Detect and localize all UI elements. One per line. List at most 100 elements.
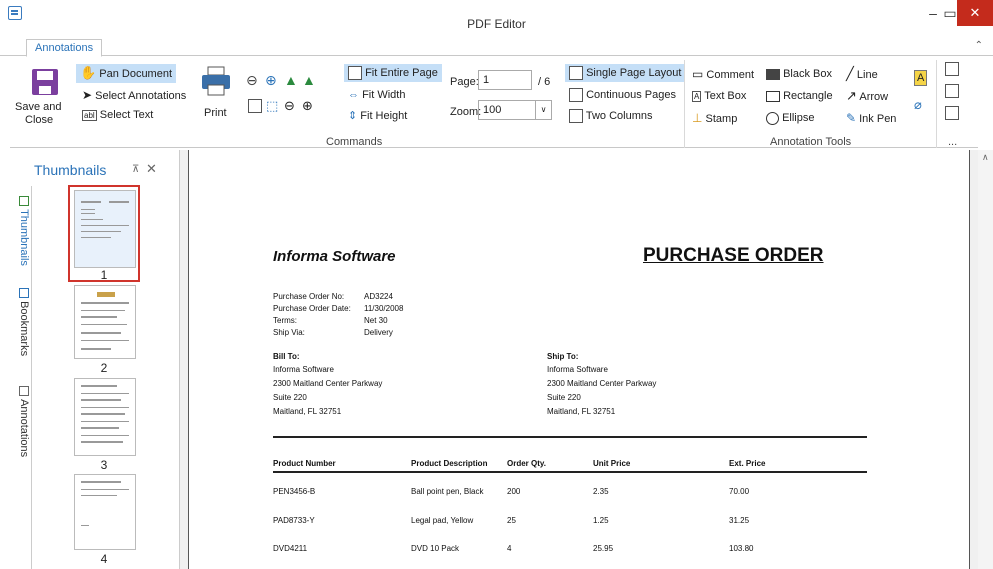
zoom-out-icon[interactable]: ⊖ [284, 99, 295, 113]
save-close-label-2: Close [25, 114, 54, 126]
pin-icon[interactable]: ⊼ [132, 164, 139, 175]
table-cell: PAD8733-Y [273, 516, 315, 525]
bill-to-line: 2300 Maitland Center Parkway [273, 379, 383, 388]
tab-bookmarks[interactable]: Bookmarks [12, 288, 30, 356]
rectangle-button[interactable]: Rectangle [766, 89, 833, 103]
rectangle-label: Rectangle [783, 90, 833, 102]
column-header: Product Description [411, 459, 488, 468]
zoom-in-icon[interactable]: ⊕ [302, 99, 313, 113]
continuous-pages-icon [569, 88, 583, 103]
save-icon [32, 69, 58, 95]
tab-annotations-panel[interactable]: Annotations [12, 386, 30, 457]
collapse-ribbon-icon[interactable]: ⌃ [975, 40, 983, 51]
page-thumbnail[interactable] [74, 474, 136, 550]
thumbnails-icon [19, 196, 29, 206]
thumbnail-text-line [81, 495, 117, 496]
side-tabs: Thumbnails Bookmarks Annotations [10, 186, 32, 569]
highlight-text-icon[interactable]: A [914, 70, 928, 86]
thumbnail-text-line [81, 399, 121, 401]
ink-pen-button[interactable]: ✎ Ink Pen [846, 111, 896, 126]
thumbnail-view-icon[interactable] [248, 99, 262, 114]
previous-page-icon[interactable]: ⊖ [246, 73, 258, 87]
single-page-layout-button[interactable]: Single Page Layout [565, 64, 686, 83]
thumbnail-text-line [81, 324, 127, 325]
export-icon[interactable] [945, 106, 959, 121]
line-button[interactable]: ╱ Line [846, 67, 878, 82]
text-box-button[interactable]: A Text Box [692, 89, 746, 104]
two-columns-button[interactable]: Two Columns [569, 109, 653, 124]
thumbnail-text-line [97, 292, 115, 297]
attachment-icon[interactable]: ⌀ [914, 98, 922, 112]
thumbnail-text-line [81, 407, 129, 408]
black-box-button[interactable]: Black Box [766, 67, 832, 81]
table-cell: PEN3456-B [273, 487, 316, 496]
fit-height-button[interactable]: ⇕ Fit Height [348, 109, 407, 123]
tab-bookmarks-label: Bookmarks [18, 301, 30, 357]
ship-to-line: Informa Software [547, 365, 608, 374]
scroll-up-icon[interactable]: ∧ [982, 152, 989, 163]
stamp-button[interactable]: ⊥ Stamp [692, 111, 737, 126]
print-button[interactable]: Print [198, 64, 238, 124]
pan-document-button[interactable]: ✋ Pan Document [76, 64, 177, 83]
comment-button[interactable]: ▭ Comment [692, 67, 754, 82]
fit-entire-page-button[interactable]: Fit Entire Page [344, 64, 442, 83]
company-name: Informa Software [273, 248, 396, 265]
next-page-icon[interactable]: ⊕ [265, 73, 277, 87]
panel-close-icon[interactable]: ✕ [146, 161, 157, 177]
save-and-close-button[interactable]: Save and Close [10, 64, 61, 126]
fit-width-button[interactable]: ⇔ Fit Width [348, 88, 405, 102]
table-cell: 25 [507, 516, 516, 525]
page-thumbnail[interactable] [74, 285, 136, 359]
thumbnail-number: 2 [100, 361, 108, 375]
vertical-scrollbar[interactable]: ∧ [978, 150, 993, 569]
marquee-zoom-icon[interactable]: ⬚ [266, 99, 278, 113]
document-viewer[interactable]: Informa Software PURCHASE ORDER Purchase… [180, 150, 978, 569]
stamp-icon: ⊥ [692, 111, 703, 125]
rotate-left-icon[interactable]: ▲ [284, 73, 298, 87]
page-thumbnail[interactable] [74, 378, 136, 456]
document-icon[interactable] [945, 84, 959, 99]
thumbnail-text-line [81, 427, 119, 429]
group-separator [684, 60, 685, 148]
insert-image-icon[interactable] [945, 62, 959, 77]
fit-height-icon: ⇕ [348, 110, 358, 122]
select-annotations-label: Select Annotations [95, 90, 187, 102]
thumbnail-number: 4 [100, 552, 108, 566]
bill-to-line: Maitland, FL 32751 [273, 407, 342, 416]
more-group-label[interactable]: ... [948, 136, 957, 148]
arrow-button[interactable]: ↗ Arrow [846, 89, 888, 104]
thumbnail-text-line [81, 348, 111, 350]
table-cell: Ball point pen, Black [411, 487, 484, 496]
thumbnail-text-line [81, 310, 125, 311]
table-cell: 31.25 [729, 516, 750, 525]
thumbnail-text-line [81, 413, 125, 415]
tab-annotations[interactable]: Annotations [26, 39, 103, 57]
column-header: Product Number [273, 459, 336, 468]
thumbnail-number: 1 [100, 268, 108, 282]
meta-label: Terms: [273, 316, 297, 325]
fit-height-label: Fit Height [360, 110, 408, 122]
select-annotations-button[interactable]: ➤ Select Annotations [82, 88, 186, 103]
table-cell: Legal pad, Yellow [411, 516, 474, 525]
bill-to-label: Bill To: [273, 352, 300, 361]
zoom-select[interactable]: 100 ∨ [478, 100, 552, 120]
ellipse-button[interactable]: Ellipse [766, 111, 814, 125]
save-close-label-1: Save and [15, 101, 62, 113]
fit-entire-page-label: Fit Entire Page [365, 67, 438, 79]
thumbnail-text-line [81, 332, 121, 334]
line-label: Line [856, 69, 878, 81]
continuous-pages-button[interactable]: Continuous Pages [569, 88, 676, 103]
select-text-button[interactable]: abl Select Text [82, 108, 153, 123]
two-columns-label: Two Columns [585, 110, 653, 122]
page-input[interactable]: 1 [478, 70, 532, 90]
tab-thumbnails-label: Thumbnails [18, 209, 30, 266]
fit-page-icon [348, 66, 362, 81]
rotate-right-icon[interactable]: ▲ [302, 73, 316, 87]
close-button[interactable]: ✕ [957, 0, 993, 26]
select-text-label: Select Text [99, 109, 154, 121]
ink-pen-icon: ✎ [846, 111, 857, 125]
thumbnail-text-line [81, 393, 129, 394]
meta-value: AD3224 [364, 292, 393, 301]
section-rule [273, 436, 867, 438]
tab-thumbnails[interactable]: Thumbnails [12, 196, 30, 266]
